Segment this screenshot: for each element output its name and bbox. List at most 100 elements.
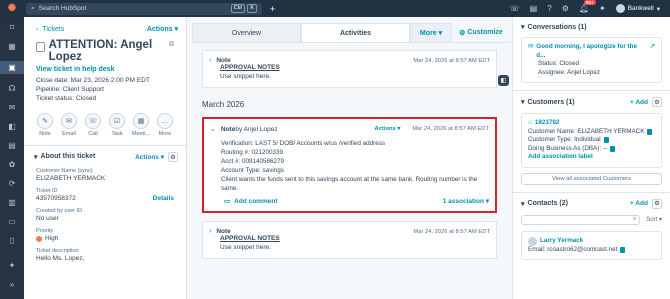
chevron-right-icon[interactable]: › xyxy=(209,228,211,235)
conversation-card[interactable]: ✉ Good morning, I apologize for the d...… xyxy=(521,37,662,83)
sort-dropdown[interactable]: Sort ▾ xyxy=(646,216,662,223)
chevron-down-icon[interactable]: ▾ xyxy=(521,200,525,208)
contacts-section: ▾ Contacts (2) + Add ⚙ ⌕ Sort ▾ Larry Yerm… xyxy=(513,193,670,260)
add-contact-button[interactable]: + Add xyxy=(630,200,648,207)
property-ticket-description[interactable]: Ticket description Hello Ms. Lopez, xyxy=(24,248,186,262)
add-comment-button[interactable]: ▭ Add comment xyxy=(224,197,278,206)
panel-toggle-icon[interactable]: ◧ xyxy=(498,75,509,86)
quick-action-more[interactable]: … More xyxy=(156,113,174,137)
tab-activities[interactable]: Activities xyxy=(301,23,410,42)
quick-actions: ✎ Note ✉ Email ☏ Call ☑ Task ▦ Meeti... … More xyxy=(24,103,186,137)
sparkle-icon[interactable]: ✦ xyxy=(9,261,16,270)
note-card[interactable]: › Note Mar 24, 2026 at 8:57 AM EDT APPRO… xyxy=(202,221,497,259)
left-navigation: ⌑ ▦ ▣ ☊ ✉ ◧ ▤ ✿ ⟳ ▥ ▭ ▯ ✦ » xyxy=(0,17,24,299)
marketplace-icon[interactable]: ▤ xyxy=(530,4,538,13)
top-navigation-bar: ✺ ⌕ Search HubSpot Ctrl K + ☏ ▤ ? ⚙ 🔔︎ 99… xyxy=(0,0,670,17)
assistant-icon[interactable]: ✦ xyxy=(599,4,606,13)
gear-icon[interactable]: ⚙ xyxy=(652,198,662,209)
bookmark-icon[interactable]: ⌑ xyxy=(10,23,14,32)
property-label: Created by user ID xyxy=(36,208,83,214)
search-icon: ⌕ xyxy=(31,4,35,12)
note-card-highlighted[interactable]: ⌄ Note by Anjel Lopez Actions ▾ Mar 24, 2… xyxy=(202,117,497,213)
customer-name: Customer Name: ELIZABETH YERMACK xyxy=(528,127,645,135)
conversation-assignee: Assignee: Anjel Lopez xyxy=(538,68,600,76)
property-value: High xyxy=(45,235,59,242)
chevron-right-icon[interactable]: › xyxy=(209,57,211,64)
quick-action-label: Task xyxy=(111,131,123,137)
note-type: Note xyxy=(216,57,231,64)
create-new-icon[interactable]: + xyxy=(270,4,275,14)
gear-icon[interactable]: ⚙ xyxy=(652,97,662,107)
customize-button[interactable]: ⚙ Customize xyxy=(452,23,510,42)
quick-action-meeting[interactable]: ▦ Meeti... xyxy=(132,113,150,137)
note-body: Verification: LAST 5/ DOB/ Accounts w/us… xyxy=(221,139,489,193)
quick-action-email[interactable]: ✉ Email xyxy=(60,113,78,137)
help-icon[interactable]: ? xyxy=(547,4,551,13)
tab-more[interactable]: More ▾ xyxy=(410,23,452,42)
customer-id-link[interactable]: 1823792 xyxy=(535,119,560,128)
copy-icon[interactable] xyxy=(610,145,616,152)
content-icon[interactable]: ✉ xyxy=(9,103,16,112)
note-actions-button[interactable]: Actions ▾ xyxy=(375,126,401,132)
about-actions-button[interactable]: Actions ▾ xyxy=(135,153,164,161)
phone-icon[interactable]: ☏ xyxy=(510,4,520,13)
account-menu[interactable]: Bankwell ▾ xyxy=(615,4,660,13)
tab-overview[interactable]: Overview xyxy=(192,23,301,42)
quick-action-note[interactable]: ✎ Note xyxy=(36,113,54,137)
contact-name-link[interactable]: Larry Yermack xyxy=(540,237,583,246)
ticket-actions-button[interactable]: Actions ▾ xyxy=(147,25,178,33)
global-search-input[interactable]: ⌕ Search HubSpot Ctrl K xyxy=(26,2,262,15)
customer-card[interactable]: ⌂ 1823792 Customer Name: ELIZABETH YERMAC… xyxy=(521,113,662,168)
crm-icon[interactable]: ▣ xyxy=(0,61,24,74)
add-customer-button[interactable]: + Add xyxy=(630,99,648,106)
property-priority[interactable]: Priority High xyxy=(24,228,186,242)
automation-icon[interactable]: ⟳ xyxy=(9,179,16,188)
chevron-down-icon[interactable]: ▾ xyxy=(521,98,525,106)
chevron-down-icon[interactable]: ⌄ xyxy=(210,125,216,133)
copy-icon[interactable] xyxy=(647,128,653,135)
conversations-section: ▾ Conversations (1) ✉ Good morning, I apo… xyxy=(513,17,670,83)
more-icon: … xyxy=(157,113,173,129)
view-all-customers-button[interactable]: View all associated Customers xyxy=(521,172,662,185)
conversation-preview-link[interactable]: Good morning, I apologize for the d... xyxy=(536,43,646,60)
chevron-down-icon: ▾ xyxy=(656,5,660,13)
record-tabs: Overview Activities More ▾ ⚙ Customize xyxy=(192,23,510,43)
note-card[interactable]: › Note Mar 24, 2026 at 8:57 AM EDT APPRO… xyxy=(202,50,497,88)
copy-icon[interactable]: ⧉ xyxy=(169,41,174,49)
add-association-label-link[interactable]: Add association label xyxy=(528,153,655,162)
chevron-down-icon[interactable]: ▾ xyxy=(521,23,525,31)
about-ticket-toggle[interactable]: ▾ About this ticket xyxy=(34,153,95,161)
commerce-icon[interactable]: ▤ xyxy=(8,141,16,150)
reporting-icon[interactable]: ▥ xyxy=(8,198,16,207)
copy-icon[interactable] xyxy=(620,246,626,253)
sales-icon[interactable]: ◧ xyxy=(8,122,16,131)
back-to-tickets-link[interactable]: ‹ Tickets xyxy=(36,26,64,33)
service-icon[interactable]: ✿ xyxy=(9,160,16,169)
property-value: Hello Ms. Lopez, xyxy=(36,255,85,262)
copy-icon[interactable] xyxy=(603,137,609,144)
gear-icon[interactable]: ⚙ xyxy=(168,152,178,162)
grid-icon[interactable]: ▦ xyxy=(8,42,16,51)
open-icon[interactable]: ⇗ xyxy=(650,43,655,52)
add-comment-label: Add comment xyxy=(234,197,278,205)
settings-icon[interactable]: ⚙ xyxy=(562,4,569,13)
expand-nav-icon[interactable]: » xyxy=(10,280,14,289)
library-icon[interactable]: ▯ xyxy=(10,236,14,245)
topbar-utilities: ☏ ▤ ? ⚙ 🔔︎ 99+ ✦ Bankwell ▾ xyxy=(510,0,670,13)
notifications-icon[interactable]: 🔔︎ 99+ xyxy=(579,0,596,13)
hubspot-logo-icon[interactable]: ✺ xyxy=(0,3,24,14)
property-customer-name[interactable]: Customer Name (sync) ELIZABETH YERMACK xyxy=(24,168,186,182)
about-ticket-heading: About this ticket xyxy=(40,153,96,160)
property-ticket-id[interactable]: Ticket ID 43570958372 Details xyxy=(24,188,186,202)
marketing-icon[interactable]: ☊ xyxy=(8,84,15,93)
details-link[interactable]: Details xyxy=(153,195,174,202)
data-icon[interactable]: ▭ xyxy=(8,217,16,226)
chat-icon: ✉ xyxy=(528,43,534,50)
view-in-help-desk-link[interactable]: View ticket in help desk xyxy=(24,63,186,76)
associations-dropdown[interactable]: 1 association ▾ xyxy=(443,197,489,205)
quick-action-task[interactable]: ☑ Task xyxy=(108,113,126,137)
property-created-by[interactable]: Created by user ID No user xyxy=(24,208,186,222)
quick-action-call[interactable]: ☏ Call xyxy=(84,113,102,137)
contacts-search-input[interactable]: ⌕ xyxy=(521,214,641,225)
contact-card[interactable]: Larry Yermack Email: rcoastro62@comcast.… xyxy=(521,230,662,260)
